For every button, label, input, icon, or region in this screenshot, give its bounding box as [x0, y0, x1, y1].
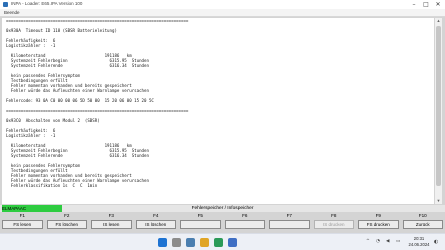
status-row: ELMAPAAC Fehlerspeicher / Infospeicher — [0, 205, 445, 212]
app-icon — [3, 2, 8, 7]
fkey-label: F3 — [108, 213, 114, 218]
battery-icon[interactable]: ▭ — [396, 239, 400, 244]
search-icon[interactable] — [172, 238, 181, 247]
fkey-button-f8[interactable]: IS drucken — [313, 220, 354, 229]
wifi-icon[interactable]: ◔ — [376, 239, 380, 244]
fault-report-text: ========================================… — [6, 18, 188, 188]
fkey-button-f9[interactable]: FS drucken — [358, 220, 399, 229]
fkey-button-f4[interactable]: IS löschen — [135, 220, 176, 229]
fkey-label: F2 — [64, 213, 70, 218]
taskbar: ^ ◔ ◀ ▭ 20:31 24.06.2024 ◐ — [0, 233, 445, 250]
close-button[interactable]: ✕ — [432, 0, 444, 9]
vertical-scrollbar[interactable]: ▲ ▼ — [435, 18, 442, 204]
minimize-button[interactable]: – — [408, 0, 420, 9]
tray-overflow-icon[interactable]: ^ — [366, 239, 370, 244]
report-area: ========================================… — [2, 18, 434, 204]
notification-icon[interactable]: ◐ — [434, 239, 438, 245]
fkey-label: F10 — [418, 213, 427, 218]
fkey-button-f1[interactable]: FS lesen — [2, 220, 43, 229]
volume-icon[interactable]: ◀ — [386, 239, 389, 244]
maximize-button[interactable]: □ — [420, 0, 432, 9]
menu-bar: Beende — [0, 9, 445, 17]
fkey-column-f3: F3 IS lesen — [89, 212, 134, 231]
fkey-column-f5: F5 — [178, 212, 223, 231]
fkey-label: F5 — [197, 213, 203, 218]
fkey-column-f2: F2 FS löschen — [45, 212, 90, 231]
fkey-button-f7[interactable] — [269, 220, 310, 229]
fkey-button-f5[interactable] — [180, 220, 221, 229]
fkey-label: F1 — [19, 213, 25, 218]
screen-title: Fehlerspeicher / Infospeicher — [191, 205, 254, 211]
fkey-button-f6[interactable] — [224, 220, 265, 229]
report-line: Fehlerklassifikation 1s C C 1min — [6, 183, 98, 188]
clock-date: 24.06.2024 — [408, 242, 430, 247]
fkey-button-f2[interactable]: FS löschen — [46, 220, 87, 229]
browser-icon[interactable] — [214, 238, 223, 247]
file-explorer-icon[interactable] — [200, 238, 209, 247]
fkey-button-f3[interactable]: IS lesen — [91, 220, 132, 229]
fkey-column-f6: F6 — [223, 212, 268, 231]
task-view-icon[interactable] — [186, 238, 195, 247]
fkey-column-f8: F8 IS drucken — [312, 212, 357, 231]
fkey-column-f7: F7 — [267, 212, 312, 231]
start-icon[interactable] — [158, 238, 167, 247]
report-line: ========================================… — [6, 108, 189, 113]
fkey-column-f9: F9 FS drucken — [356, 212, 401, 231]
function-key-bar: F1 FS lesen F2 FS löschen F3 IS lesen F4 IS lös… — [0, 212, 445, 231]
fkey-column-f4: F4 IS löschen — [134, 212, 179, 231]
window-titlebar: INPA - Loader: E65.IPA Version 100 – □ ✕ — [0, 0, 445, 9]
report-line: ========================================… — [6, 18, 189, 23]
fkey-label: F8 — [331, 213, 337, 218]
menu-item-beende[interactable]: Beende — [4, 10, 20, 15]
fkey-label: F6 — [242, 213, 248, 218]
fkey-column-f1: F1 FS lesen — [0, 212, 45, 231]
clock[interactable]: 20:31 24.06.2024 — [406, 236, 432, 248]
scroll-down-icon[interactable]: ▼ — [435, 198, 442, 204]
fkey-label: F4 — [153, 213, 159, 218]
scrollbar-thumb[interactable] — [436, 26, 441, 186]
fkey-button-f10[interactable]: Zurück — [402, 220, 443, 229]
fkey-column-f10: F10 Zurück — [401, 212, 445, 231]
scroll-up-icon[interactable]: ▲ — [435, 18, 442, 24]
fkey-label: F9 — [375, 213, 381, 218]
fkey-label: F7 — [286, 213, 292, 218]
inpa-app-icon[interactable] — [228, 238, 237, 247]
window-title: INPA - Loader: E65.IPA Version 100 — [11, 1, 83, 6]
